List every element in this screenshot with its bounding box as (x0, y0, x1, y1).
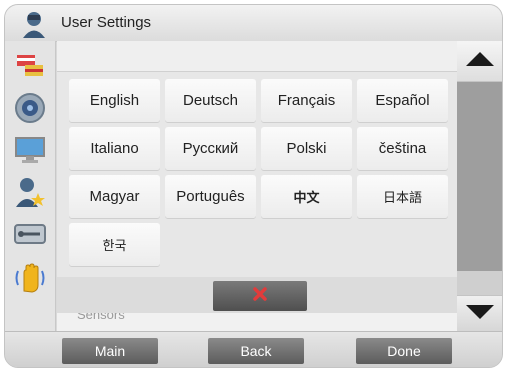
scroll-down-button[interactable] (457, 295, 502, 332)
list-item: Sensors (57, 313, 457, 331)
triangle-up-icon (465, 51, 495, 72)
speaker-icon[interactable] (11, 89, 49, 127)
language-button-japanese[interactable]: 日本語 (357, 175, 448, 218)
language-button-russian[interactable]: Русский (165, 127, 256, 170)
language-button-portugues[interactable]: Português (165, 175, 256, 218)
language-button-chinese[interactable]: 中文 (261, 175, 352, 218)
monitor-icon[interactable] (11, 131, 49, 169)
language-button-korean[interactable]: 한국 (69, 223, 160, 266)
language-button-english[interactable]: English (69, 79, 160, 122)
language-button-deutsch[interactable]: Deutsch (165, 79, 256, 122)
main-button[interactable]: Main (62, 338, 158, 364)
language-button-francais[interactable]: Français (261, 79, 352, 122)
bottom-nav-bar: Main Back Done (5, 331, 502, 367)
page-title: User Settings (61, 14, 152, 31)
language-button-italiano[interactable]: Italiano (69, 127, 160, 170)
title-bar: User Settings (5, 5, 502, 42)
language-panel: English Deutsch Français Español Italian… (57, 41, 457, 331)
language-grid: English Deutsch Français Español Italian… (69, 79, 449, 269)
sidebar (5, 41, 56, 331)
back-button[interactable]: Back (208, 338, 304, 364)
tools-icon[interactable] (11, 215, 49, 253)
language-button-espanol[interactable]: Español (357, 79, 448, 122)
close-icon (253, 286, 267, 306)
device-screen: User Settings English Deutsch Français E… (4, 4, 503, 368)
scrollbar-thumb[interactable] (457, 81, 502, 271)
flags-icon[interactable] (11, 47, 49, 85)
language-button-polski[interactable]: Polski (261, 127, 352, 170)
user-star-icon[interactable] (11, 173, 49, 211)
scroll-up-button[interactable] (457, 41, 502, 82)
done-button[interactable]: Done (356, 338, 452, 364)
language-button-cestina[interactable]: čeština (357, 127, 448, 170)
cancel-button[interactable] (213, 281, 307, 311)
language-button-magyar[interactable]: Magyar (69, 175, 160, 218)
panel-header (57, 41, 457, 72)
list-item-label: Sensors (77, 313, 125, 322)
triangle-down-icon (465, 304, 495, 325)
hand-icon[interactable] (11, 259, 49, 297)
user-icon (19, 9, 49, 39)
